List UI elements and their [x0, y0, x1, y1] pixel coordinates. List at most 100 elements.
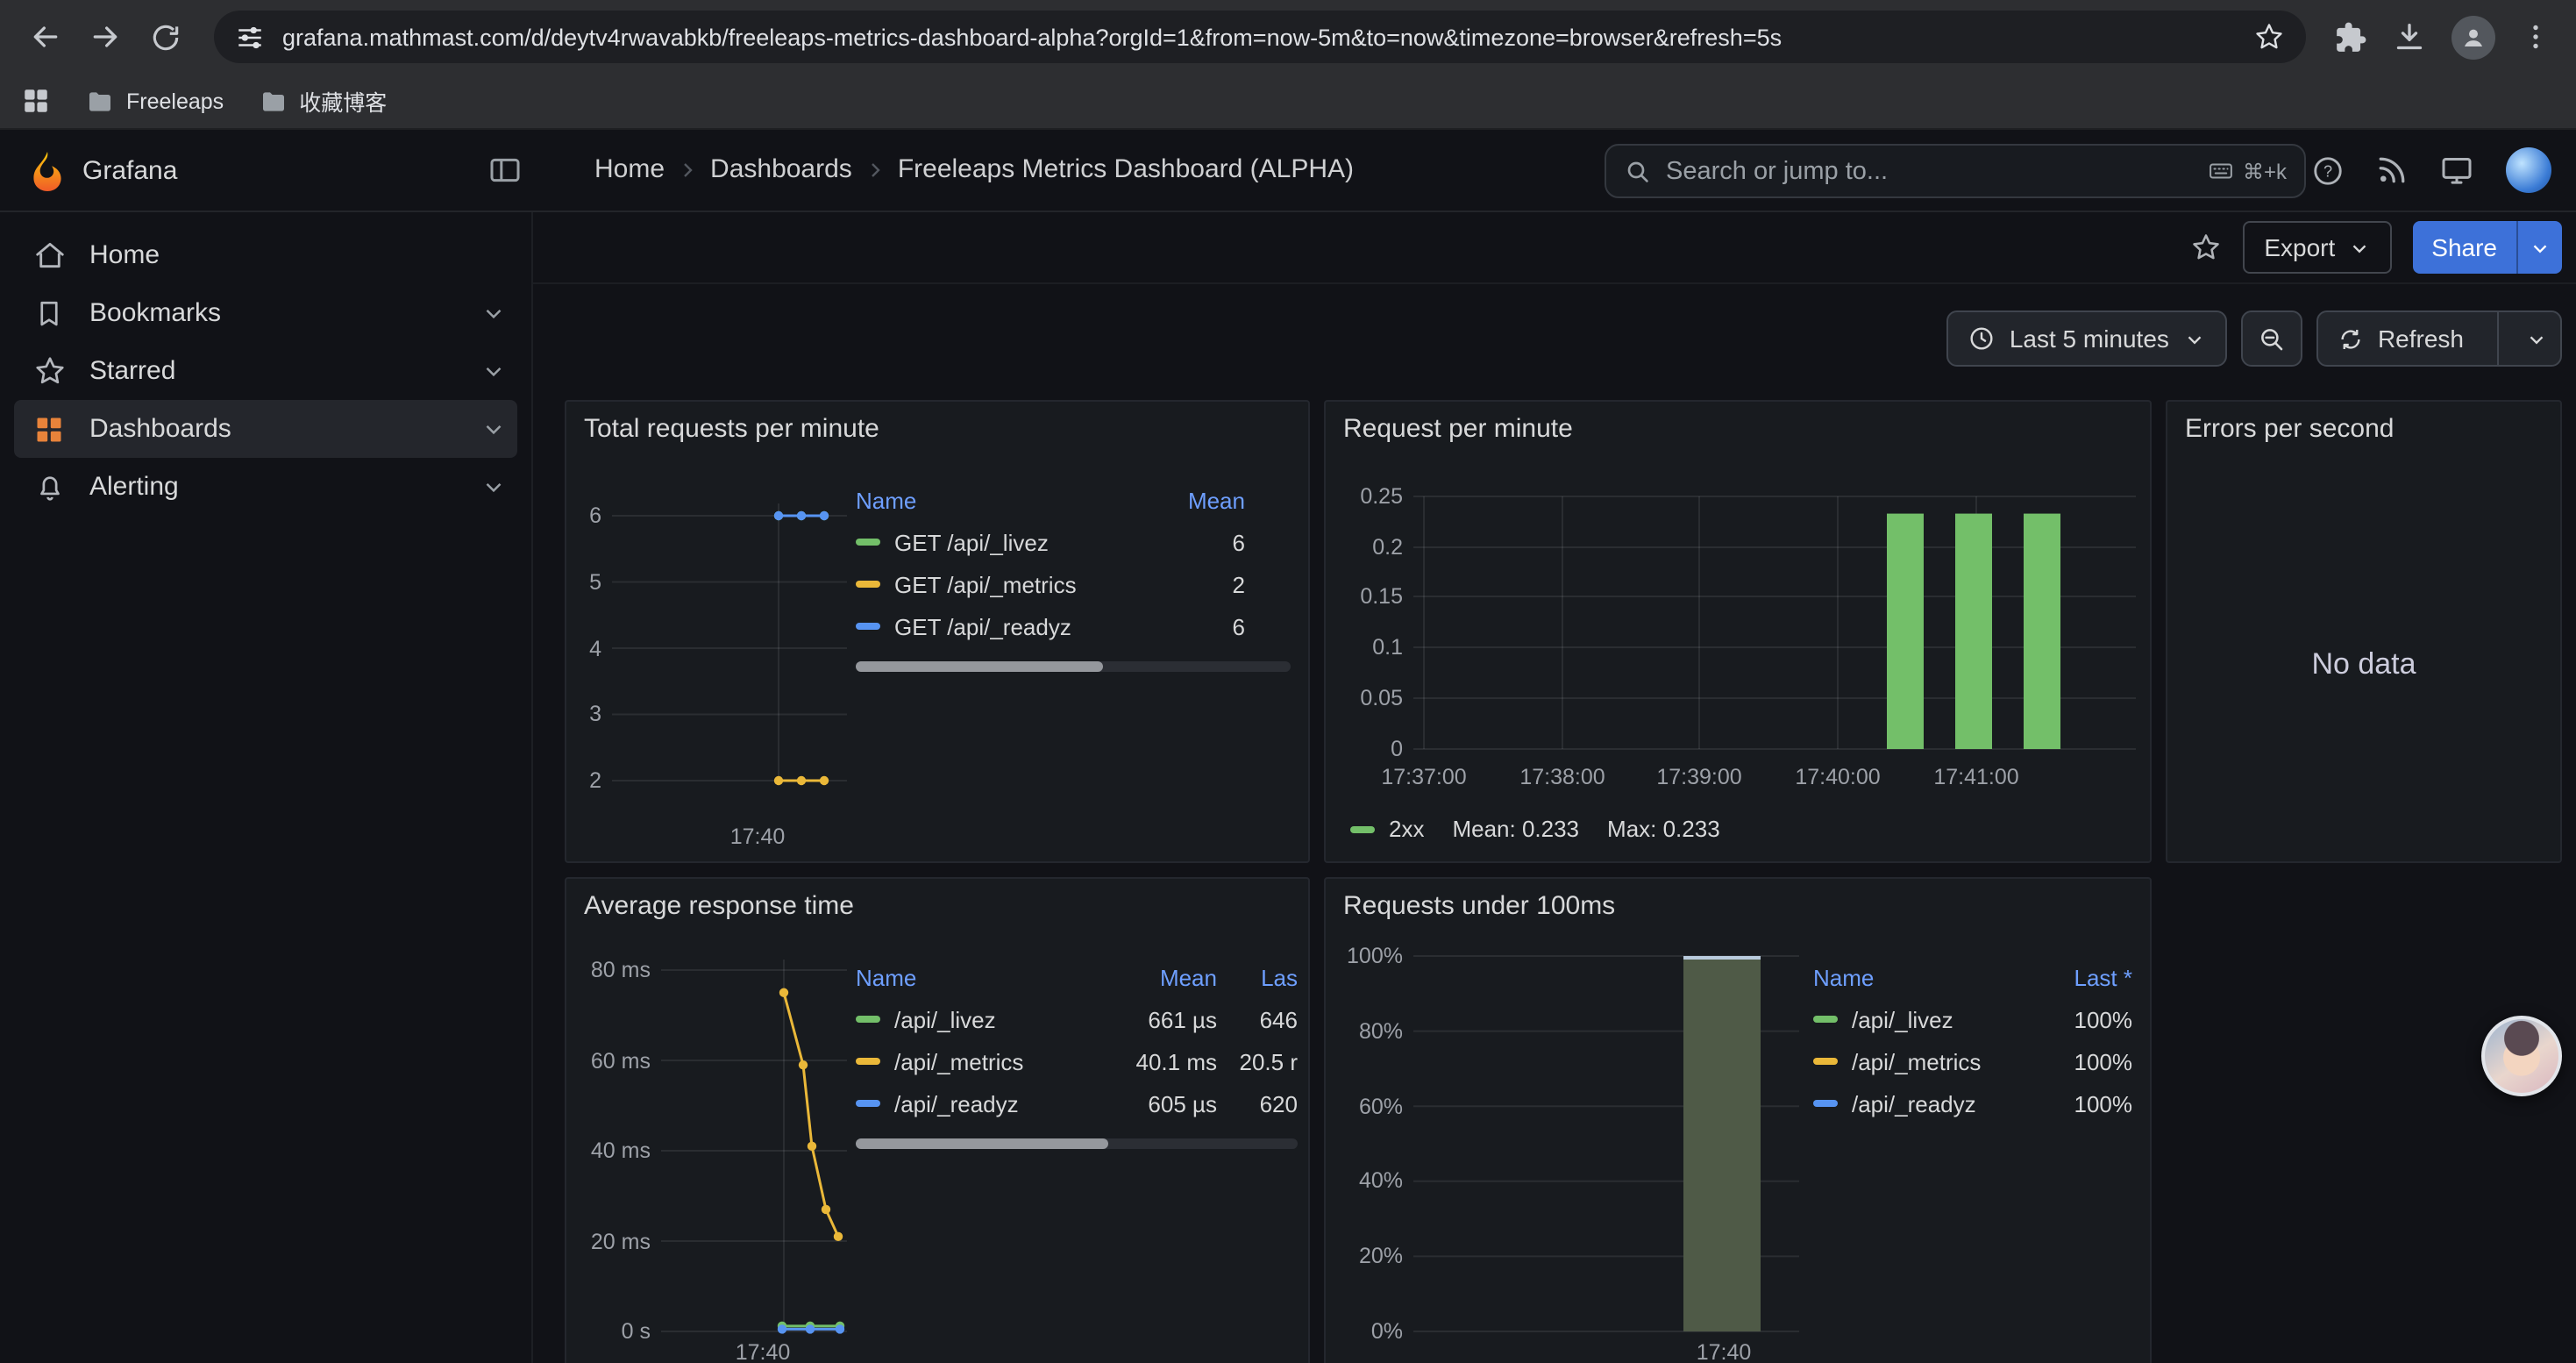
refresh-icon: [2338, 325, 2364, 352]
legend-row: GET /api/_metrics 2: [856, 563, 1291, 605]
series-color-swatch: [856, 581, 880, 588]
series-name[interactable]: GET /api/_metrics: [856, 571, 1147, 597]
dock-panel-icon: [487, 153, 523, 188]
series-name[interactable]: /api/_livez: [1813, 1006, 2020, 1032]
time-range-picker[interactable]: Last 5 minutes: [1946, 310, 2227, 367]
legend-table: Name Mean Las /api/_livez 661 µs 646 /ap…: [856, 956, 1298, 1149]
series-last: 20.5 r: [1217, 1048, 1298, 1074]
zoom-out-button[interactable]: [2241, 310, 2302, 367]
browser-menu-icon[interactable]: [2520, 21, 2551, 53]
export-button[interactable]: Export: [2243, 221, 2391, 274]
legend-scrollbar[interactable]: [856, 661, 1291, 672]
sidebar-item-label: Starred: [89, 356, 175, 386]
favorite-star-button[interactable]: [2190, 232, 2222, 263]
grafana-logo[interactable]: [26, 149, 68, 191]
share-label[interactable]: Share: [2412, 221, 2516, 274]
legend-row: /api/_livez 661 µs 646: [856, 998, 1298, 1040]
panel-average-response-time: Average response time 80 ms60 ms40 ms20 …: [565, 877, 1310, 1363]
legend-col-last[interactable]: Last *: [2020, 964, 2132, 990]
chevron-down-icon[interactable]: [480, 300, 507, 326]
series-name[interactable]: /api/_readyz: [856, 1090, 1101, 1117]
share-button[interactable]: Share: [2412, 221, 2562, 274]
user-avatar[interactable]: [2506, 147, 2551, 193]
panel-errors-per-second: Errors per second No data: [2166, 400, 2562, 863]
breadcrumb-home[interactable]: Home: [594, 154, 665, 184]
grafana-body: Home Bookmarks Starred Dashboards Alerti…: [0, 212, 2576, 1363]
series-name[interactable]: /api/_metrics: [1813, 1048, 2020, 1074]
series-color-swatch: [856, 1016, 880, 1023]
help-icon[interactable]: ?: [2311, 153, 2345, 187]
home-icon: [32, 238, 67, 273]
legend-col-mean[interactable]: Mean: [1147, 487, 1245, 513]
series-mean: 605 µs: [1101, 1090, 1217, 1117]
series-name[interactable]: /api/_readyz: [1813, 1090, 2020, 1117]
sidebar-item-dashboards[interactable]: Dashboards: [14, 400, 517, 458]
mega-menu-dock-toggle[interactable]: [487, 153, 523, 188]
legend-col-name[interactable]: Name: [1813, 964, 2020, 990]
ytick: 60%: [1326, 1092, 1403, 1120]
chevron-down-icon[interactable]: [480, 358, 507, 384]
bookmark-blog-folder[interactable]: 收藏博客: [259, 84, 387, 118]
clock-icon: [1968, 325, 1996, 353]
ytick: 0.25: [1326, 482, 1403, 510]
download-icon[interactable]: [2392, 19, 2427, 54]
series-name[interactable]: GET /api/_livez: [856, 529, 1147, 555]
url-text[interactable]: grafana.mathmast.com/d/deytv4rwavabkb/fr…: [282, 24, 2236, 50]
series-name[interactable]: /api/_metrics: [856, 1048, 1101, 1074]
bookmark-star-icon[interactable]: [2253, 21, 2285, 53]
series-name[interactable]: /api/_livez: [856, 1006, 1101, 1032]
time-controls: Last 5 minutes Refresh: [1946, 310, 2562, 367]
ytick: 80 ms: [566, 956, 651, 984]
sidebar-item-starred[interactable]: Starred: [14, 342, 517, 400]
keyboard-icon: [2208, 158, 2234, 184]
dashboards-grid-icon: [32, 411, 67, 446]
brand-text[interactable]: Grafana: [82, 156, 177, 186]
chevron-down-icon[interactable]: [480, 474, 507, 500]
series-last: 100%: [2020, 1006, 2132, 1032]
sidebar-item-alerting[interactable]: Alerting: [14, 458, 517, 516]
breadcrumb-dashboards[interactable]: Dashboards: [710, 154, 852, 184]
ytick: 0.2: [1326, 533, 1403, 561]
browser-reload-button[interactable]: [137, 9, 193, 65]
legend-col-last[interactable]: Las: [1217, 964, 1298, 990]
sidebar-item-bookmarks[interactable]: Bookmarks: [14, 284, 517, 342]
site-info-icon[interactable]: [235, 22, 265, 52]
extensions-icon[interactable]: [2334, 20, 2367, 54]
browser-profile-avatar[interactable]: [2451, 15, 2495, 59]
refresh-interval-chevron[interactable]: [2513, 312, 2560, 365]
browser-forward-button[interactable]: [77, 9, 133, 65]
refresh-button[interactable]: Refresh: [2316, 310, 2562, 367]
legend-col-name[interactable]: Name: [856, 487, 1147, 513]
legend-col-mean[interactable]: Mean: [1101, 964, 1217, 990]
bookmark-icon: [32, 296, 67, 331]
apps-grid-icon[interactable]: [21, 86, 51, 116]
legend-col-name[interactable]: Name: [856, 964, 1101, 990]
bookmark-freeleaps[interactable]: Freeleaps: [86, 87, 224, 115]
monitor-icon[interactable]: [2439, 153, 2474, 188]
chart-request-per-minute[interactable]: 0.250.20.150.10.05017:37:0017:38:0017:39…: [1326, 402, 2150, 861]
series-name[interactable]: GET /api/_readyz: [856, 613, 1147, 639]
chevron-down-icon[interactable]: [480, 416, 507, 442]
panel-title[interactable]: Errors per second: [2185, 414, 2394, 444]
ytick: 100%: [1326, 942, 1403, 970]
floating-avatar[interactable]: [2481, 1016, 2562, 1096]
sidebar-item-label: Alerting: [89, 472, 179, 502]
ytick: 60 ms: [566, 1046, 651, 1074]
forward-arrow-icon: [88, 19, 123, 54]
series-name[interactable]: 2xx: [1350, 816, 1424, 842]
legend-row: /api/_metrics 100%: [1813, 1040, 2132, 1082]
url-bar[interactable]: grafana.mathmast.com/d/deytv4rwavabkb/fr…: [214, 11, 2306, 63]
scrollbar-thumb[interactable]: [856, 1138, 1107, 1149]
sidebar-item-home[interactable]: Home: [14, 226, 517, 284]
scrollbar-thumb[interactable]: [856, 661, 1104, 672]
legend-row: /api/_livez 100%: [1813, 998, 2132, 1040]
no-data-text: No data: [2167, 647, 2560, 682]
share-menu-chevron[interactable]: [2518, 221, 2562, 274]
refresh-label-seg[interactable]: Refresh: [2318, 312, 2483, 365]
ytick: 0%: [1326, 1317, 1403, 1345]
legend-row: GET /api/_livez 6: [856, 521, 1291, 563]
rss-icon[interactable]: [2376, 154, 2408, 186]
search-input[interactable]: Search or jump to... ⌘+k: [1605, 144, 2306, 198]
browser-back-button[interactable]: [18, 9, 74, 65]
legend-scrollbar[interactable]: [856, 1138, 1298, 1149]
